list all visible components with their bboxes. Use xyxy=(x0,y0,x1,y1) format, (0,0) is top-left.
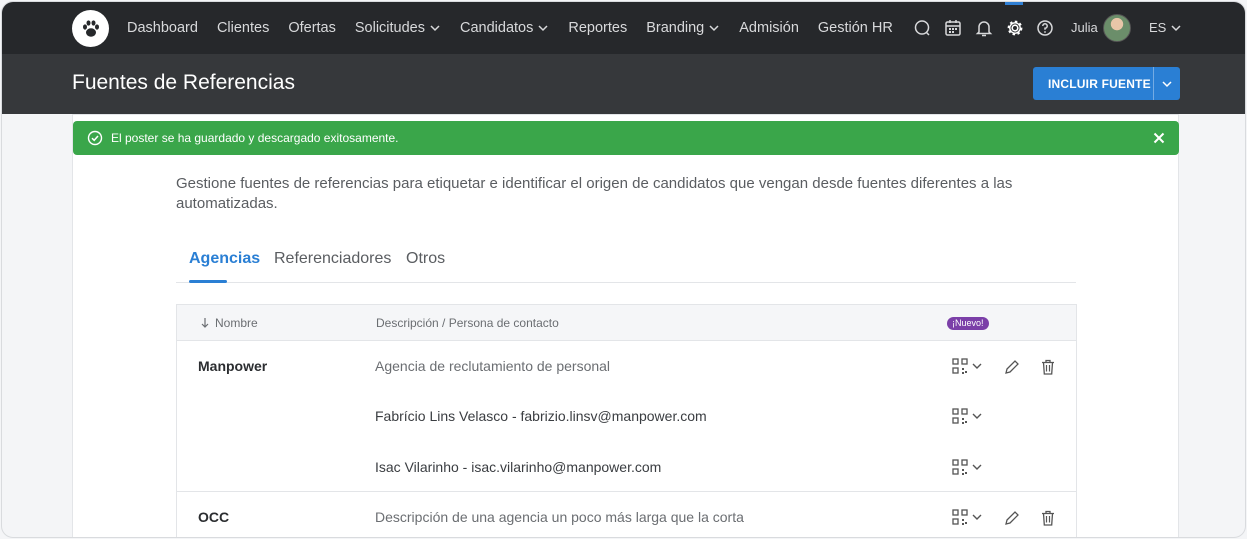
nav-item-admision[interactable]: Admisión xyxy=(739,20,799,36)
chevron-down-icon xyxy=(1162,80,1172,87)
tab-otros[interactable]: Otros xyxy=(406,250,445,268)
page-header: Fuentes de Referencias INCLUIR FUENTE xyxy=(2,54,1245,114)
column-header-description: Descripción / Persona de contacto xyxy=(376,316,559,330)
agency-description: Agencia de reclutamiento de personal xyxy=(375,358,611,374)
nav-item-ofertas[interactable]: Ofertas xyxy=(288,20,336,36)
check-circle-icon xyxy=(87,130,103,146)
nav-item-gestion-hr[interactable]: Gestión HR xyxy=(818,20,893,36)
gear-icon[interactable] xyxy=(1005,18,1025,38)
page-title: Fuentes de Referencias xyxy=(72,71,295,94)
calendar-icon[interactable] xyxy=(943,18,963,38)
language-selector[interactable]: ES xyxy=(1149,20,1182,35)
qr-code-dropdown-icon[interactable] xyxy=(952,509,986,527)
chevron-down-icon xyxy=(1171,24,1181,31)
agency-description: Descripción de una agencia un poco más l… xyxy=(375,509,744,525)
tab-agencias[interactable]: Agencias xyxy=(189,250,260,268)
chevron-down-icon xyxy=(538,25,548,32)
app-window: Dashboard Clientes Ofertas Solicitudes C… xyxy=(1,1,1246,538)
alert-message: El poster se ha guardado y descargado ex… xyxy=(111,131,399,145)
page-description: Gestione fuentes de referencias para eti… xyxy=(176,175,1013,212)
close-icon[interactable] xyxy=(1151,130,1167,146)
nav-item-dashboard[interactable]: Dashboard xyxy=(127,20,198,36)
help-icon[interactable] xyxy=(1035,18,1055,38)
top-navigation: Dashboard Clientes Ofertas Solicitudes C… xyxy=(2,2,1245,54)
chat-icon[interactable] xyxy=(912,18,932,38)
qr-code-dropdown-icon[interactable] xyxy=(952,408,986,426)
table-header: Nombre Descripción / Persona de contacto… xyxy=(177,305,1076,341)
agency-name: Manpower xyxy=(198,358,268,374)
row-divider xyxy=(177,491,1076,492)
chevron-down-icon xyxy=(709,25,719,32)
edit-pencil-icon[interactable] xyxy=(1003,509,1021,527)
contact-person: Isac Vilarinho - isac.vilarinho@manpower… xyxy=(375,459,662,475)
nav-item-candidatos[interactable]: Candidatos xyxy=(460,20,549,36)
include-source-button[interactable]: INCLUIR FUENTE xyxy=(1033,67,1180,100)
nav-item-reportes[interactable]: Reportes xyxy=(568,20,627,36)
tab-referenciadores[interactable]: Referenciadores xyxy=(274,250,391,268)
logo-paw-icon[interactable] xyxy=(72,10,109,47)
qr-code-dropdown-icon[interactable] xyxy=(952,459,986,477)
sort-arrow-down-icon[interactable] xyxy=(200,317,210,329)
bell-icon[interactable] xyxy=(974,18,994,38)
contact-person: Fabrício Lins Velasco - fabrizio.linsv@m… xyxy=(375,408,707,424)
new-badge: ¡Nuevo! xyxy=(947,317,989,330)
agency-name: OCC xyxy=(198,509,230,525)
nav-menu: Dashboard Clientes Ofertas Solicitudes C… xyxy=(127,2,912,54)
nav-item-branding[interactable]: Branding xyxy=(646,20,720,36)
active-indicator xyxy=(1005,2,1023,5)
nav-item-solicitudes[interactable]: Solicitudes xyxy=(355,20,441,36)
nav-item-clientes[interactable]: Clientes xyxy=(217,20,269,36)
edit-pencil-icon[interactable] xyxy=(1003,358,1021,376)
column-header-name[interactable]: Nombre xyxy=(215,316,258,330)
sources-table: Nombre Descripción / Persona de contacto… xyxy=(176,304,1077,537)
chevron-down-icon xyxy=(430,25,440,32)
success-alert: El poster se ha guardado y descargado ex… xyxy=(73,121,1179,155)
trash-icon[interactable] xyxy=(1039,509,1057,527)
qr-code-dropdown-icon[interactable] xyxy=(952,358,986,376)
tabs: Agencias Referenciadores Otros xyxy=(176,242,1076,283)
include-source-label: INCLUIR FUENTE xyxy=(1048,76,1151,91)
trash-icon[interactable] xyxy=(1039,358,1057,376)
include-source-dropdown[interactable] xyxy=(1154,78,1180,90)
user-name[interactable]: Julia xyxy=(1071,20,1098,35)
avatar[interactable] xyxy=(1103,14,1131,42)
active-tab-underline xyxy=(189,280,227,283)
